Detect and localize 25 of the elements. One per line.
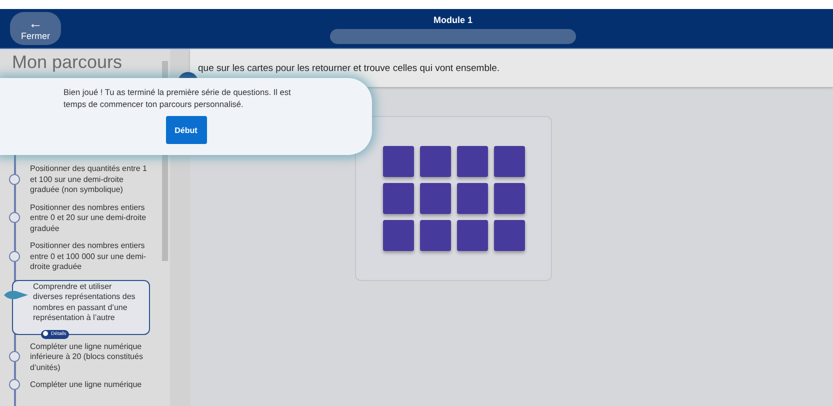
learning-path-item[interactable]: Positionner des quantités entre 1 et 100 sur une demi-droite graduée (non symbolique)	[28, 164, 152, 196]
close-button[interactable]: ← Fermer	[10, 12, 61, 45]
pointer-icon	[4, 290, 28, 300]
memory-card[interactable]	[456, 183, 488, 214]
instruction-text: que sur les cartes pour les retourner et trouve celles qui vont ensemble.	[190, 49, 833, 87]
congrats-message: Bien joué ! Tu as terminé la première série de questions. Il est temps de commencer ton parcours personnalisé.	[64, 86, 292, 110]
learning-path-item[interactable]: Compléter une ligne numérique inférieure à 20 (blocs constitués d’unités)	[28, 342, 152, 373]
memory-card[interactable]	[382, 146, 414, 177]
memory-card[interactable]	[420, 146, 450, 177]
memory-card[interactable]	[456, 146, 488, 177]
learning-path-item[interactable]: Positionner des nombres entiers entre 0 et 20 sur une demi-droite graduée	[28, 202, 152, 234]
sidebar-title: Mon parcours	[12, 52, 122, 73]
memory-card[interactable]	[494, 220, 524, 251]
module-title: Module 1	[433, 15, 472, 25]
back-arrow-icon: ←	[28, 16, 42, 30]
memory-card[interactable]	[382, 183, 414, 214]
memory-card[interactable]	[420, 183, 450, 214]
memory-card[interactable]	[456, 220, 488, 251]
memory-card[interactable]	[382, 220, 414, 251]
memory-card[interactable]	[494, 146, 524, 177]
learning-path-item[interactable]: Compléter une ligne numérique	[28, 380, 152, 390]
memory-card[interactable]	[494, 183, 524, 214]
learning-path-item[interactable]: Positionner des nombres entiers entre 0 et 100 000 sur une demi-droite graduée	[28, 241, 152, 272]
start-button[interactable]: Début	[166, 116, 206, 144]
memory-card[interactable]	[420, 220, 450, 251]
